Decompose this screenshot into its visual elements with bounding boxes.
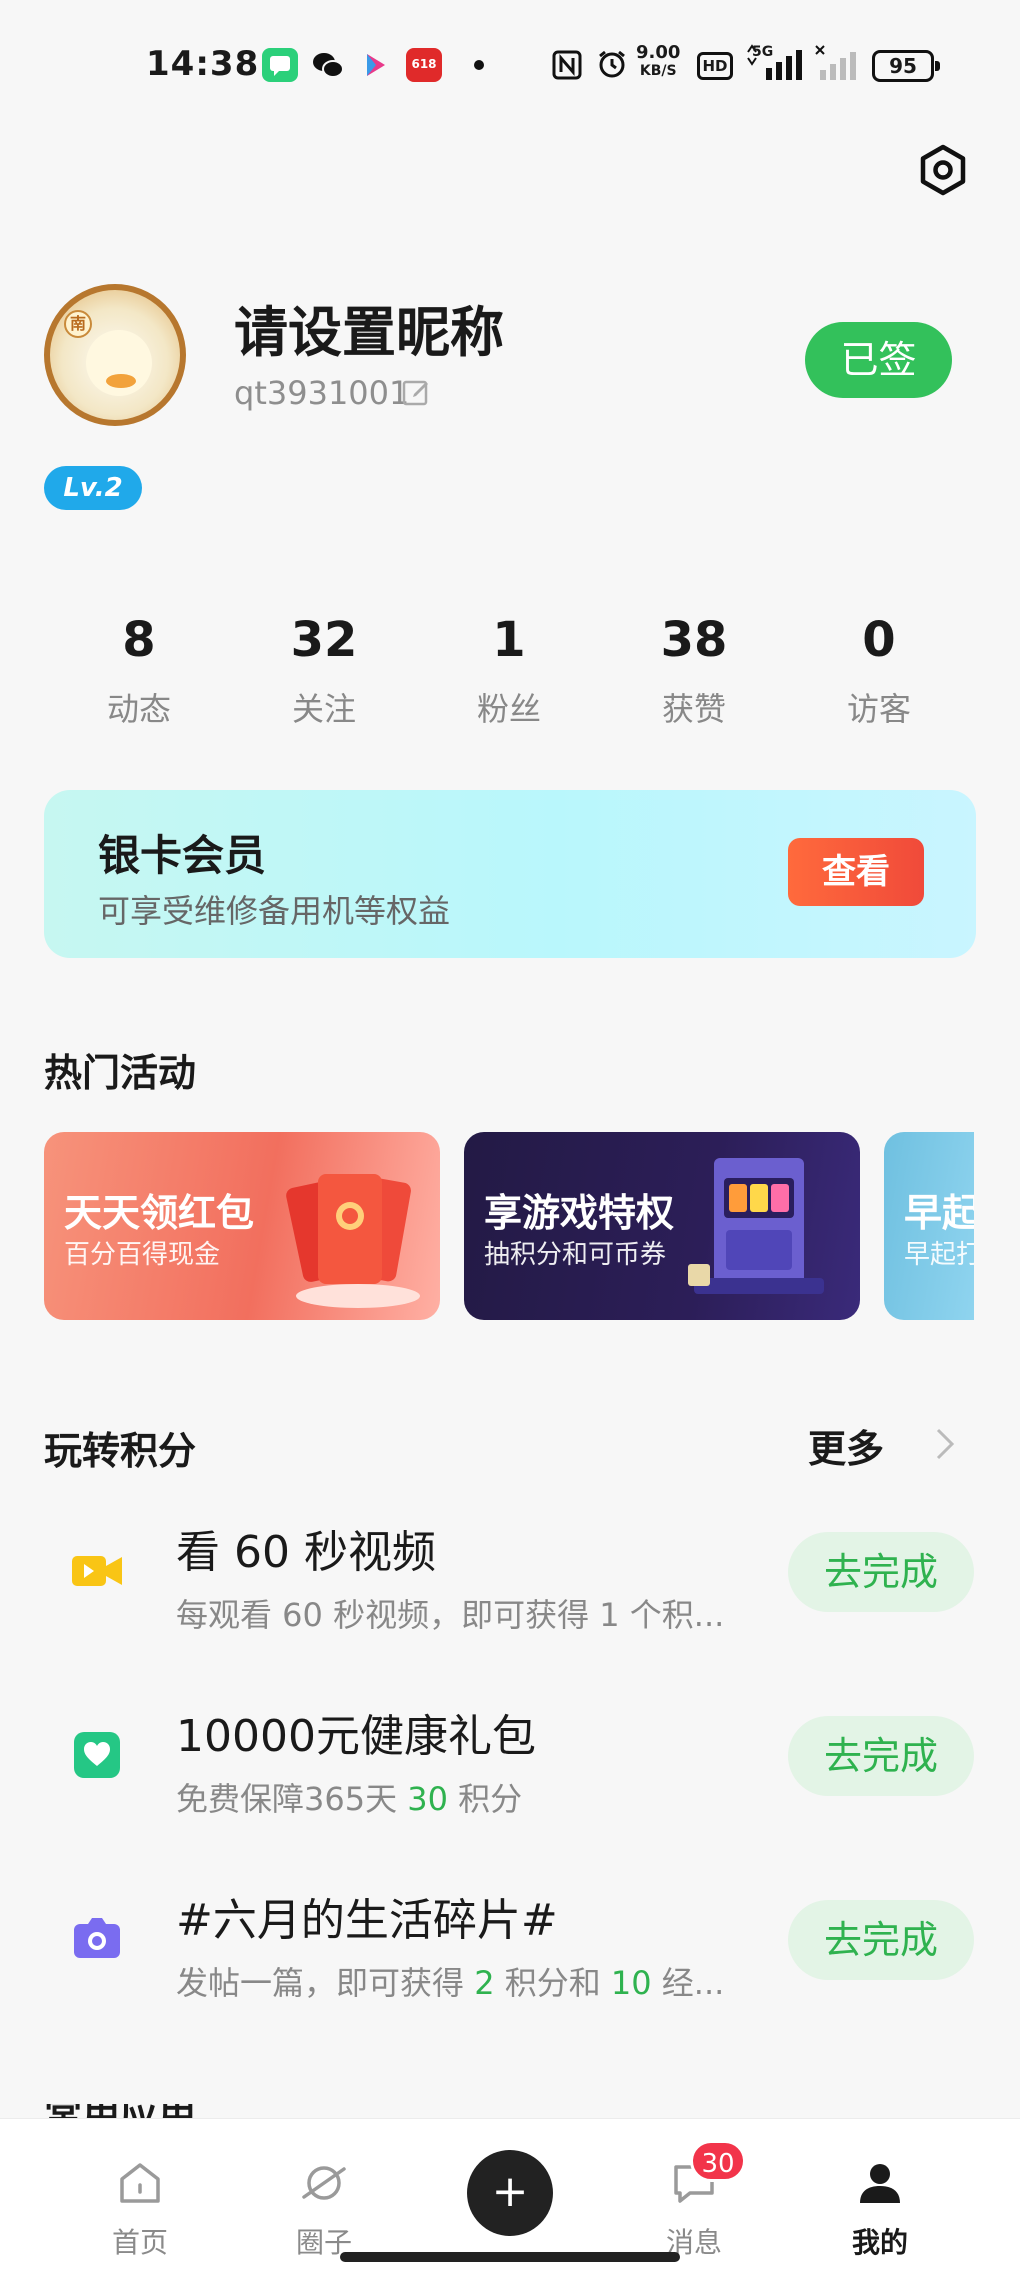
task-complete-button[interactable]: 去完成 (788, 1532, 974, 1612)
net-speed: 9.00 KB/S (636, 44, 680, 80)
home-icon (120, 2163, 160, 2203)
activity-card-game-privilege[interactable]: 享游戏特权 抽积分和可币券 (464, 1132, 860, 1320)
signal-icon: 5G (746, 44, 804, 82)
stat-value: 38 (660, 612, 728, 668)
battery-level: 95 (889, 54, 917, 78)
tab-mine[interactable]: 我的 (800, 2119, 960, 2278)
activity-card-red-packet[interactable]: 天天领红包 百分百得现金 (44, 1132, 440, 1320)
task-desc-text: 积分 (447, 1780, 523, 1818)
activity-subtitle: 早起打卡 (904, 1240, 974, 1270)
heart-icon (70, 1728, 124, 1782)
status-time: 14:38 (146, 44, 260, 84)
stat-label: 粉丝 (476, 690, 541, 728)
status-bar: 14:38 618 9.00 KB/S HD 5G 95 (0, 0, 1020, 130)
message-count-badge: 30 (690, 2140, 746, 2182)
activity-card-early-checkin[interactable]: 早起打 早起打卡 (884, 1132, 974, 1320)
user-icon (860, 2164, 900, 2203)
battery-icon: 95 (872, 50, 940, 82)
notification-dot (474, 60, 484, 70)
stat-value: 8 (122, 612, 156, 668)
stat-value: 0 (862, 612, 896, 668)
avatar-duck-beak (106, 374, 136, 388)
tab-label: 首页 (111, 2226, 168, 2259)
chat-app-icon (262, 48, 298, 82)
stat-likes[interactable]: 38 获赞 (619, 600, 769, 738)
task-desc-points: 2 (474, 1964, 495, 2002)
activity-title: 享游戏特权 (484, 1191, 675, 1235)
gear-icon (920, 144, 966, 196)
task-desc-points: 30 (407, 1780, 448, 1818)
stat-followers[interactable]: 1 粉丝 (434, 600, 584, 738)
task-desc-text: 免费保障365天 (176, 1780, 408, 1818)
user-id: qt3931001 (234, 374, 410, 412)
stat-label: 动态 (106, 690, 171, 728)
hd-icon: HD (697, 52, 733, 80)
activity-title: 天天领红包 (64, 1191, 255, 1235)
task-desc: 发帖一篇，即可获得 2 积分和 10 经... (176, 1958, 724, 2004)
stat-value: 32 (290, 612, 358, 668)
member-view-button[interactable]: 查看 (788, 838, 924, 906)
task-desc-text: 经... (651, 1964, 725, 2002)
task-title: 10000元健康礼包 (176, 1711, 536, 1762)
stat-value: 1 (492, 612, 526, 668)
profile-screen: 14:38 618 9.00 KB/S HD 5G 95 南 请设置昵称 qt3… (0, 0, 1020, 2278)
activity-subtitle: 百分百得现金 (64, 1240, 221, 1270)
chevron-right-icon[interactable] (930, 1424, 960, 1464)
stat-label: 关注 (291, 690, 356, 728)
points-title: 玩转积分 (44, 1429, 197, 1473)
red-packet-illustration (286, 1174, 420, 1308)
task-desc-exp: 10 (610, 1964, 652, 2002)
tab-home[interactable]: 首页 (60, 2119, 220, 2278)
activity-subtitle: 抽积分和可币券 (484, 1240, 667, 1270)
avatar-badge: 南 (64, 310, 92, 338)
task-complete-button[interactable]: 去完成 (788, 1900, 974, 1980)
camera-icon (70, 1912, 124, 1966)
create-post-button[interactable]: + (467, 2150, 553, 2236)
task-desc-text: 积分和 (494, 1964, 611, 2002)
game-machine-illustration (688, 1158, 824, 1294)
edit-icon[interactable] (402, 378, 430, 406)
net-speed-value: 9.00 (636, 42, 681, 63)
tab-label: 我的 (851, 2226, 908, 2259)
task-desc: 每观看 60 秒视频，即可获得 1 个积... (176, 1596, 725, 1634)
wechat-icon (310, 48, 346, 82)
task-complete-button[interactable]: 去完成 (788, 1716, 974, 1796)
member-card[interactable]: 银卡会员 可享受维修备用机等权益 查看 (44, 790, 976, 958)
avatar[interactable]: 南 (44, 284, 186, 426)
activities-title: 热门活动 (44, 1051, 197, 1095)
618-app-icon: 618 (406, 48, 442, 82)
member-subtitle: 可享受维修备用机等权益 (98, 892, 451, 930)
more-link[interactable]: 更多 (808, 1418, 884, 1473)
nickname[interactable]: 请设置昵称 (234, 288, 504, 367)
video-app-icon (358, 48, 394, 82)
settings-button[interactable] (916, 143, 970, 197)
member-title: 银卡会员 (98, 831, 267, 880)
stat-following[interactable]: 32 关注 (249, 600, 399, 738)
stat-visitors[interactable]: 0 访客 (804, 600, 954, 738)
nfc-icon (552, 50, 582, 80)
planet-icon (302, 2166, 346, 2200)
task-desc-text: 发帖一篇，即可获得 (176, 1964, 475, 2002)
sign-in-button[interactable]: 已签 (805, 322, 952, 398)
activity-title: 早起打 (904, 1191, 974, 1235)
task-desc: 免费保障365天 30 积分 (176, 1774, 522, 1820)
no-signal-icon (814, 44, 858, 82)
task-title: #六月的生活碎片# (176, 1895, 558, 1946)
task-title: 看 60 秒视频 (176, 1527, 436, 1578)
stat-label: 访客 (846, 690, 911, 728)
level-badge[interactable]: Lv.2 (44, 466, 142, 510)
video-camera-icon (70, 1544, 124, 1598)
net-speed-unit: KB/S (639, 63, 677, 79)
svg-text:618: 618 (411, 57, 436, 71)
stat-posts[interactable]: 8 动态 (64, 600, 214, 738)
network-type-label: 5G (752, 44, 774, 60)
stat-label: 获赞 (661, 690, 726, 728)
alarm-icon (596, 48, 628, 80)
stats-row: 8 动态 32 关注 1 粉丝 38 获赞 0 访客 (0, 600, 1020, 740)
home-indicator (340, 2252, 680, 2262)
